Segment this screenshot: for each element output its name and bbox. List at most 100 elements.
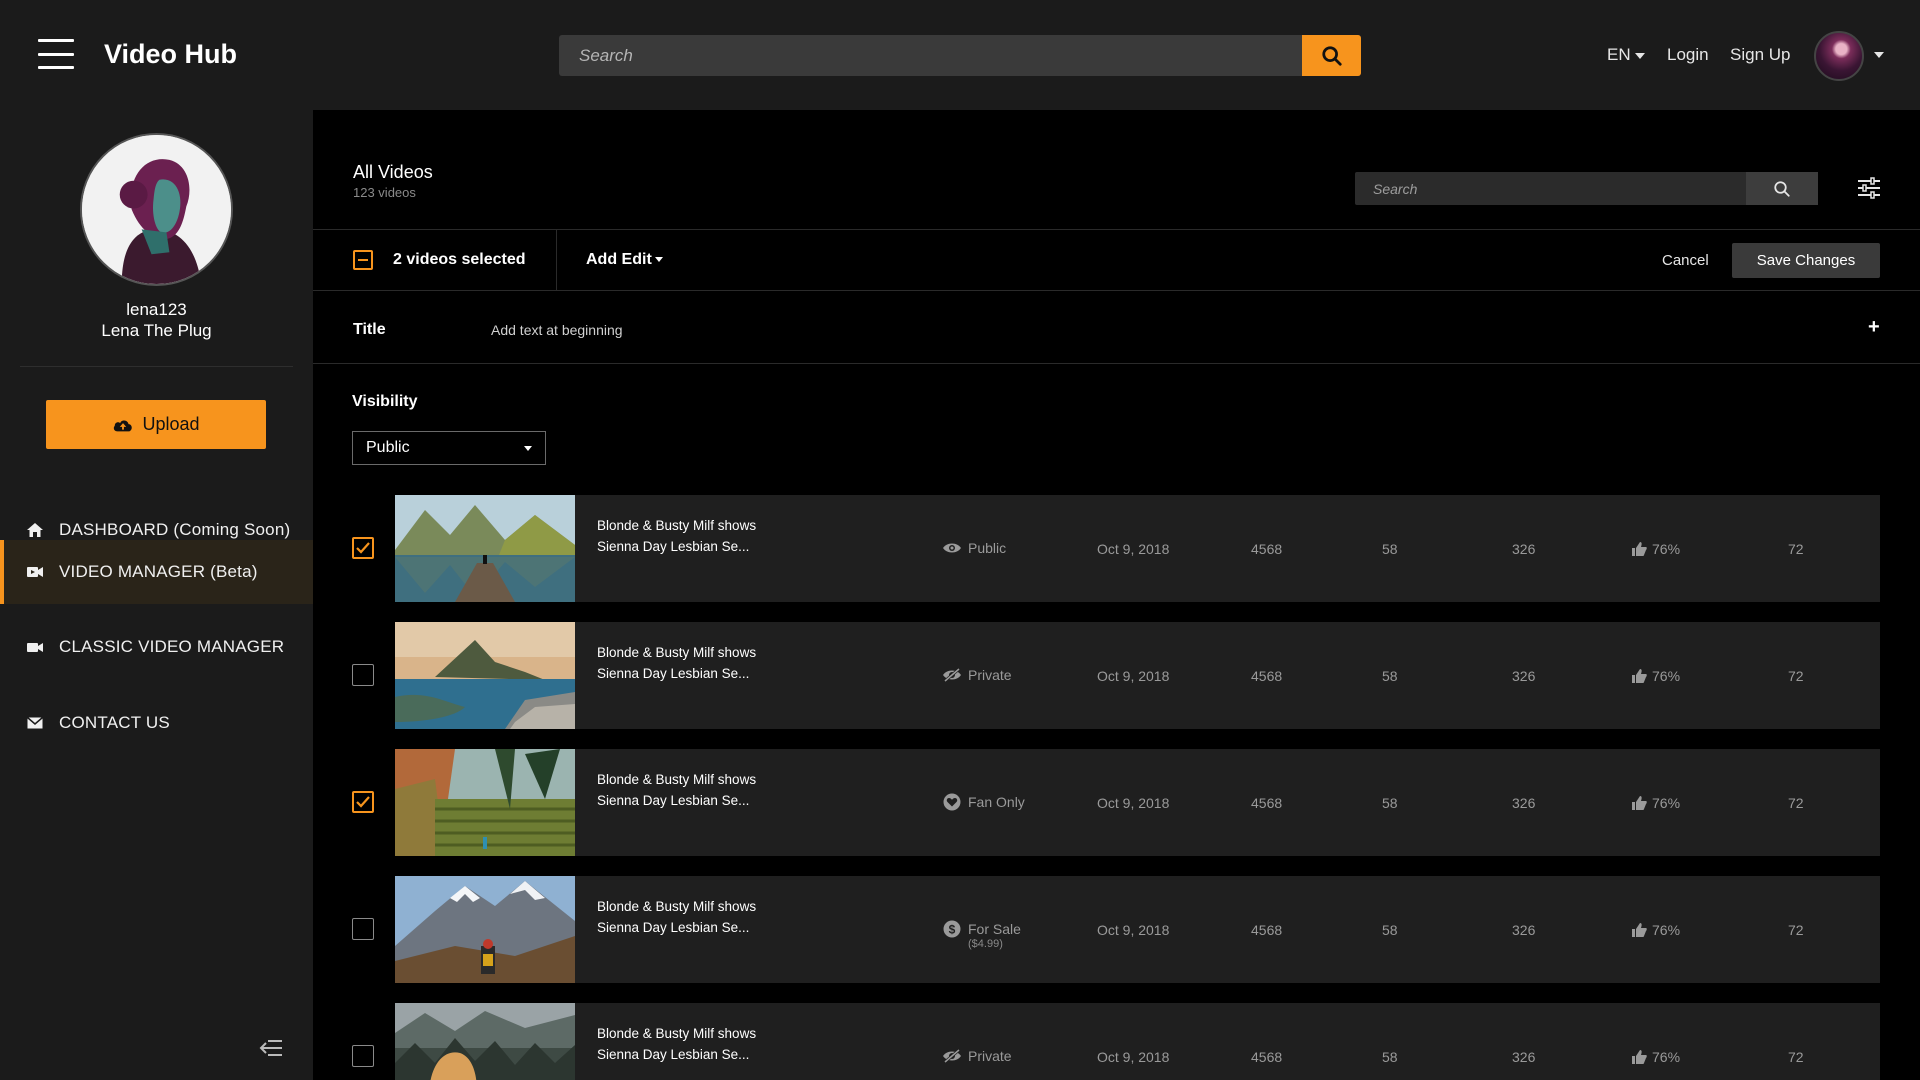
video-row[interactable]: Blonde & Busty Milf shows Sienna Day Lesb…	[395, 622, 1880, 729]
add-edit-field-button[interactable]: +	[1868, 316, 1880, 339]
row-checkbox[interactable]	[352, 791, 374, 813]
thumbs-up-icon	[1632, 923, 1647, 937]
upload-button[interactable]: Upload	[46, 400, 266, 449]
visibility-label: Visibility	[352, 393, 418, 410]
hamburger-menu-icon[interactable]	[38, 39, 74, 69]
search-icon	[1774, 180, 1790, 197]
sidebar-item-label: CLASSIC VIDEO MANAGER	[59, 637, 285, 656]
video-visibility: Public	[942, 540, 1006, 556]
chevron-down-icon	[654, 257, 663, 263]
video-title[interactable]: Blonde & Busty Milf shows Sienna Day Lesb…	[597, 1023, 797, 1065]
row-checkbox[interactable]	[352, 1045, 374, 1067]
collapse-sidebar-icon[interactable]	[258, 1038, 284, 1058]
divider	[313, 229, 1920, 230]
visibility-text: Fan Only	[968, 794, 1025, 810]
video-title-line2: Sienna Day Lesbian Se...	[597, 793, 750, 808]
video-thumbnail[interactable]	[395, 622, 575, 729]
sidebar: lena123 Lena The Plug Upload DASHBOARD (…	[0, 110, 313, 1080]
language-selector[interactable]: EN	[1607, 45, 1645, 65]
divider	[313, 363, 1920, 364]
video-rating: 76%	[1632, 1049, 1680, 1065]
upload-label: Upload	[142, 414, 200, 434]
video-date: Oct 9, 2018	[1097, 1049, 1170, 1065]
video-views: 4568	[1251, 795, 1283, 811]
video-title[interactable]: Blonde & Busty Milf shows Sienna Day Lesb…	[597, 515, 797, 557]
sidebar-item-video-manager[interactable]: VIDEO MANAGER (Beta)	[0, 540, 313, 604]
video-title-line1: Blonde & Busty Milf shows	[597, 772, 757, 787]
sidebar-item-label: VIDEO MANAGER (Beta)	[59, 562, 258, 581]
video-views: 4568	[1251, 668, 1283, 684]
video-stat-a: 58	[1382, 1049, 1398, 1065]
row-checkbox[interactable]	[352, 918, 374, 940]
video-stat-c: 72	[1788, 668, 1804, 684]
signup-link[interactable]: Sign Up	[1730, 45, 1790, 65]
video-views: 4568	[1251, 541, 1283, 557]
visibility-text: For Sale	[968, 921, 1021, 937]
video-title-line1: Blonde & Busty Milf shows	[597, 1026, 757, 1041]
eye-icon	[942, 540, 962, 556]
search-icon	[1321, 45, 1342, 66]
profile-username: lena123	[126, 300, 187, 319]
video-rating: 76%	[1632, 541, 1680, 557]
sidebar-item-contact-us[interactable]: CONTACT US	[0, 691, 313, 755]
video-row[interactable]: Blonde & Busty Milf shows Sienna Day Lesb…	[395, 876, 1880, 983]
avatar-chevron-down-icon[interactable]	[1874, 52, 1884, 58]
global-search-input[interactable]	[559, 35, 1301, 76]
video-title[interactable]: Blonde & Busty Milf shows Sienna Day Lesb…	[597, 642, 797, 684]
row-checkbox[interactable]	[352, 537, 374, 559]
eye-slash-icon	[942, 1048, 962, 1064]
video-rating: 76%	[1632, 795, 1680, 811]
save-changes-button[interactable]: Save Changes	[1732, 243, 1880, 278]
video-title[interactable]: Blonde & Busty Milf shows Sienna Day Lesb…	[597, 896, 797, 938]
video-row[interactable]: Blonde & Busty Milf shows Sienna Day Lesb…	[395, 749, 1880, 856]
add-edit-label: Add Edit	[586, 251, 652, 268]
video-thumbnail[interactable]	[395, 749, 575, 856]
user-avatar[interactable]	[1814, 31, 1864, 81]
video-date: Oct 9, 2018	[1097, 795, 1170, 811]
video-title[interactable]: Blonde & Busty Milf shows Sienna Day Lesb…	[597, 769, 797, 811]
login-link[interactable]: Login	[1667, 45, 1709, 65]
envelope-icon	[26, 714, 44, 732]
video-title-line1: Blonde & Busty Milf shows	[597, 899, 757, 914]
title-edit-action[interactable]: Add text at beginning	[491, 322, 623, 338]
video-title-line1: Blonde & Busty Milf shows	[597, 518, 757, 533]
visibility-select[interactable]: Public	[352, 431, 546, 465]
video-title-line2: Sienna Day Lesbian Se...	[597, 666, 750, 681]
camera-icon	[26, 638, 44, 656]
thumbs-up-icon	[1632, 1050, 1647, 1064]
top-bar: Video Hub EN Login Sign Up	[0, 0, 1920, 110]
toolbar-separator	[556, 230, 557, 290]
cancel-button[interactable]: Cancel	[1662, 252, 1709, 269]
filter-settings-icon[interactable]	[1857, 177, 1881, 199]
video-stat-b: 326	[1512, 1049, 1536, 1065]
video-count: 123 videos	[353, 185, 416, 200]
global-search-button[interactable]	[1302, 35, 1361, 76]
video-thumbnail[interactable]	[395, 876, 575, 983]
video-stat-a: 58	[1382, 668, 1398, 684]
video-stat-c: 72	[1788, 541, 1804, 557]
rating-value: 76%	[1652, 795, 1681, 811]
row-checkbox[interactable]	[352, 664, 374, 686]
divider	[313, 290, 1920, 291]
video-stat-a: 58	[1382, 922, 1398, 938]
bulk-select-checkbox[interactable]	[353, 250, 373, 270]
video-search-input[interactable]	[1355, 172, 1750, 205]
video-thumbnail[interactable]	[395, 495, 575, 602]
sidebar-item-classic-video-manager[interactable]: CLASSIC VIDEO MANAGER	[0, 615, 313, 679]
video-title-line2: Sienna Day Lesbian Se...	[597, 920, 750, 935]
video-visibility: Private	[942, 1048, 1012, 1064]
video-stat-a: 58	[1382, 795, 1398, 811]
video-stat-b: 326	[1512, 795, 1536, 811]
rating-value: 76%	[1652, 1049, 1681, 1065]
language-label: EN	[1607, 45, 1631, 64]
title-edit-label: Title	[353, 321, 386, 338]
video-search-button[interactable]	[1746, 172, 1818, 205]
video-thumbnail[interactable]	[395, 1003, 575, 1080]
video-row[interactable]: Blonde & Busty Milf shows Sienna Day Lesb…	[395, 495, 1880, 602]
video-row[interactable]: Blonde & Busty Milf shows Sienna Day Lesb…	[395, 1003, 1880, 1080]
rating-value: 76%	[1652, 541, 1681, 557]
add-edit-dropdown[interactable]: Add Edit	[586, 251, 663, 269]
video-stat-c: 72	[1788, 795, 1804, 811]
main-content: All Videos 123 videos 2 videos selected …	[313, 110, 1920, 1080]
video-visibility: $ For Sale ($4.99)	[942, 920, 1021, 950]
